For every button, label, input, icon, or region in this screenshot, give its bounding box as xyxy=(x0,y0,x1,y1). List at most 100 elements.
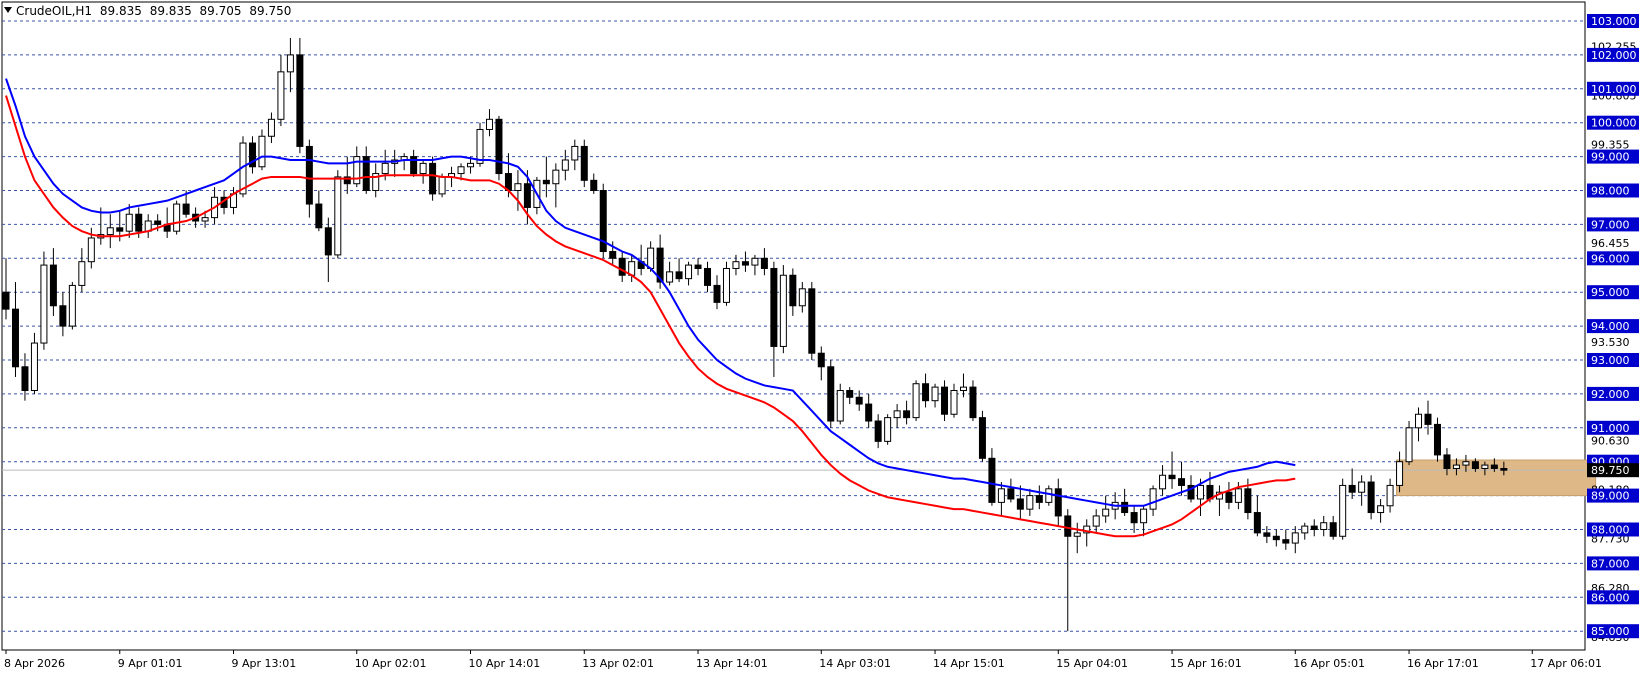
bear-candle[interactable] xyxy=(903,410,911,419)
bear-candle[interactable] xyxy=(1329,522,1337,537)
bull-candle[interactable] xyxy=(1026,495,1034,510)
bull-candle[interactable] xyxy=(931,386,939,402)
bull-candle[interactable] xyxy=(912,383,920,419)
bear-candle[interactable] xyxy=(590,179,598,192)
bull-candle[interactable] xyxy=(836,390,844,422)
bull-candle[interactable] xyxy=(78,261,86,286)
bull-candle[interactable] xyxy=(959,386,967,392)
bull-candle[interactable] xyxy=(1320,522,1328,530)
bear-candle[interactable] xyxy=(1282,539,1290,544)
bull-candle[interactable] xyxy=(884,417,892,442)
bear-candle[interactable] xyxy=(770,267,778,347)
bull-candle[interactable] xyxy=(571,145,579,161)
bull-candle[interactable] xyxy=(457,166,465,175)
bull-candle[interactable] xyxy=(1462,461,1470,466)
bull-candle[interactable] xyxy=(514,183,522,192)
bull-candle[interactable] xyxy=(353,156,361,185)
bear-candle[interactable] xyxy=(675,271,683,280)
bull-candle[interactable] xyxy=(552,169,560,185)
bull-candle[interactable] xyxy=(381,162,389,175)
bear-candle[interactable] xyxy=(1310,525,1318,530)
bear-candle[interactable] xyxy=(855,396,863,405)
bull-candle[interactable] xyxy=(1301,525,1309,534)
bear-candle[interactable] xyxy=(694,264,702,269)
bull-candle[interactable] xyxy=(277,71,285,120)
bull-candle[interactable] xyxy=(1102,508,1110,517)
bull-candle[interactable] xyxy=(485,118,493,130)
bull-candle[interactable] xyxy=(779,274,787,347)
bull-candle[interactable] xyxy=(666,271,674,283)
bull-candle[interactable] xyxy=(267,118,275,137)
bear-candle[interactable] xyxy=(182,203,190,215)
bull-candle[interactable] xyxy=(1452,464,1460,469)
bear-candle[interactable] xyxy=(1471,461,1479,469)
bear-candle[interactable] xyxy=(11,308,19,368)
bear-candle[interactable] xyxy=(969,386,977,419)
bear-candle[interactable] xyxy=(495,118,503,175)
bear-candle[interactable] xyxy=(1490,464,1498,469)
bear-candle[interactable] xyxy=(1225,491,1233,503)
bear-candle[interactable] xyxy=(315,203,323,229)
bear-candle[interactable] xyxy=(135,213,143,232)
bear-candle[interactable] xyxy=(1443,454,1451,469)
bull-candle[interactable] xyxy=(1481,464,1489,469)
bull-candle[interactable] xyxy=(258,135,266,168)
bear-candle[interactable] xyxy=(1016,498,1024,510)
bull-candle[interactable] xyxy=(1386,484,1394,507)
price-chart[interactable]: 102.255100.80599.35596.45593.53090.63089… xyxy=(0,0,1641,676)
bear-candle[interactable] xyxy=(609,251,617,259)
bear-candle[interactable] xyxy=(713,284,721,303)
bear-candle[interactable] xyxy=(808,288,816,354)
bull-candle[interactable] xyxy=(286,54,294,73)
bear-candle[interactable] xyxy=(618,257,626,276)
bear-candle[interactable] xyxy=(988,457,996,503)
bear-candle[interactable] xyxy=(1168,474,1176,480)
bear-candle[interactable] xyxy=(1064,515,1072,537)
bull-candle[interactable] xyxy=(1073,532,1081,537)
bull-candle[interactable] xyxy=(467,162,475,168)
bull-candle[interactable] xyxy=(1291,532,1299,544)
bear-candle[interactable] xyxy=(1272,535,1280,541)
bull-candle[interactable] xyxy=(685,264,693,280)
bull-candle[interactable] xyxy=(1415,413,1423,429)
bear-candle[interactable] xyxy=(1244,488,1252,514)
bull-candle[interactable] xyxy=(722,267,730,303)
bull-candle[interactable] xyxy=(1140,508,1148,524)
bear-candle[interactable] xyxy=(305,145,313,205)
bear-candle[interactable] xyxy=(704,267,712,286)
bear-candle[interactable] xyxy=(429,162,437,195)
bear-candle[interactable] xyxy=(21,366,29,392)
bear-candle[interactable] xyxy=(1054,488,1062,517)
bull-candle[interactable] xyxy=(561,159,569,171)
bull-candle[interactable] xyxy=(1377,505,1385,514)
bear-candle[interactable] xyxy=(1178,478,1186,486)
bull-candle[interactable] xyxy=(950,390,958,415)
bull-candle[interactable] xyxy=(751,257,759,266)
bull-candle[interactable] xyxy=(1339,484,1347,537)
bear-candle[interactable] xyxy=(1253,512,1261,534)
bull-candle[interactable] xyxy=(1396,461,1404,486)
bear-candle[interactable] xyxy=(296,54,304,147)
bear-candle[interactable] xyxy=(580,145,588,181)
bull-candle[interactable] xyxy=(87,237,95,263)
bear-candle[interactable] xyxy=(1367,481,1375,514)
bear-candle[interactable] xyxy=(1424,413,1432,425)
bear-candle[interactable] xyxy=(1130,512,1138,524)
bear-candle[interactable] xyxy=(1035,495,1043,503)
bull-candle[interactable] xyxy=(1092,515,1100,527)
bull-candle[interactable] xyxy=(1149,488,1157,510)
bull-candle[interactable] xyxy=(476,128,484,164)
bear-candle[interactable] xyxy=(1500,467,1508,471)
bull-candle[interactable] xyxy=(893,410,901,419)
chart-canvas[interactable]: 102.255100.80599.35596.45593.53090.63089… xyxy=(0,0,1641,676)
bull-candle[interactable] xyxy=(1196,484,1204,500)
bull-candle[interactable] xyxy=(334,176,342,256)
bull-candle[interactable] xyxy=(419,162,427,175)
bull-candle[interactable] xyxy=(798,288,806,307)
bear-candle[interactable] xyxy=(1433,423,1441,456)
bull-candle[interactable] xyxy=(647,247,655,269)
chart-menu-triangle-icon[interactable] xyxy=(4,7,12,13)
bear-candle[interactable] xyxy=(846,390,854,398)
bull-candle[interactable] xyxy=(438,176,446,195)
bear-candle[interactable] xyxy=(1348,484,1356,493)
